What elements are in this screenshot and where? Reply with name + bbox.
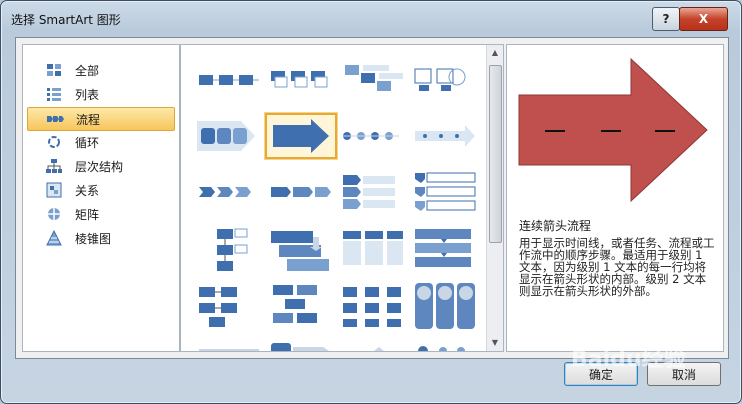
layout-thumbnail[interactable] [267,59,335,101]
category-label: 循环 [75,135,100,150]
layout-thumbnail[interactable] [411,171,479,213]
dialog-title: 选择 SmartArt 图形 [11,13,121,27]
layout-thumbnail[interactable] [267,281,335,323]
layout-thumbnail[interactable] [411,281,479,329]
category-label: 矩阵 [75,207,100,222]
all-icon [45,62,63,78]
layout-thumbnail[interactable] [267,339,335,351]
category-item-process[interactable]: 流程 [27,107,175,131]
category-label: 全部 [75,63,100,78]
category-item-pyramid[interactable]: 棱锥图 [27,227,173,249]
layout-thumbnail[interactable] [195,115,263,157]
layout-description: 用于显示时间线，或者任务、流程或工作流中的顺序步骤。最适用于级别 1 文本，因为… [519,236,715,298]
process-icon [46,111,64,127]
preview-arrow-graphic [518,57,708,203]
category-label: 层次结构 [75,159,124,174]
category-item-matrix[interactable]: 矩阵 [27,203,173,225]
layout-thumbnail[interactable] [195,59,263,101]
category-label: 列表 [75,87,100,102]
matrix-icon [45,206,63,222]
help-button[interactable]: ? [652,7,680,31]
hierarchy-icon [45,158,63,174]
watermark: Baidu经验 [571,347,686,372]
close-button[interactable]: X [679,7,728,31]
category-label: 棱锥图 [75,231,112,246]
layout-thumbnail[interactable] [339,281,407,327]
gallery-scrollbar[interactable]: ▲ ▼ [486,45,503,351]
layout-thumbnail[interactable] [339,339,407,351]
layout-thumbnail[interactable] [411,225,479,267]
category-item-relationship[interactable]: 关系 [27,179,173,201]
layout-title: 连续箭头流程 [519,219,592,233]
scroll-up-icon[interactable]: ▲ [487,45,503,61]
layout-thumbnail[interactable] [411,59,479,101]
layout-thumbnail[interactable] [267,225,335,271]
scrollbar-thumb[interactable] [489,65,502,243]
dialog-client-area: 全部 列表 流程 循环 层次结构 关系 矩阵 棱锥图 ▲ ▼ 连续箭头流程 用于… [15,37,729,359]
layout-thumbnail[interactable] [339,171,407,213]
layout-gallery: ▲ ▼ [180,44,504,352]
layout-thumbnail[interactable] [195,171,263,213]
layout-thumbnail[interactable] [411,339,479,351]
scroll-down-icon[interactable]: ▼ [487,335,503,351]
pyramid-icon [45,230,63,246]
layout-thumbnail[interactable] [195,281,263,327]
layout-thumbnail[interactable] [339,225,407,267]
layout-thumbnail[interactable] [195,339,263,351]
layout-thumbnail[interactable] [411,115,479,157]
category-item-all[interactable]: 全部 [27,59,173,81]
cycle-icon [45,134,63,150]
category-label: 关系 [75,183,100,198]
category-list: 全部 列表 流程 循环 层次结构 关系 矩阵 棱锥图 [22,44,180,352]
layout-thumbnail[interactable] [339,59,407,101]
preview-pane: 连续箭头流程 用于显示时间线，或者任务、流程或工作流中的顺序步骤。最适用于级别 … [506,44,724,352]
relationship-icon [45,182,63,198]
layout-thumbnail[interactable] [339,115,407,157]
category-label: 流程 [76,112,101,127]
list-icon [45,86,63,102]
layout-thumbnail[interactable] [267,171,335,213]
layout-thumbnail-selected[interactable] [265,113,337,159]
category-item-cycle[interactable]: 循环 [27,131,173,153]
layout-thumbnail[interactable] [195,225,263,271]
smartart-dialog: 选择 SmartArt 图形 ? X 全部 列表 流程 循环 层次结构 关系 矩… [0,0,742,404]
title-bar: 选择 SmartArt 图形 ? X [1,1,741,35]
category-item-hierarchy[interactable]: 层次结构 [27,155,173,177]
category-item-list[interactable]: 列表 [27,83,173,105]
